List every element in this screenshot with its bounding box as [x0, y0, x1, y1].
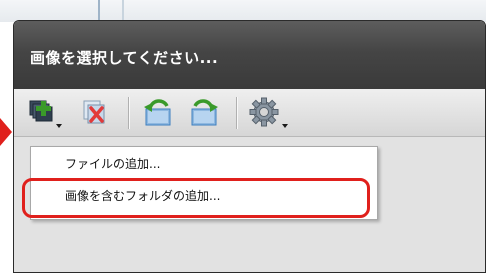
- add-images-button[interactable]: [26, 95, 66, 131]
- menu-item-add-folder[interactable]: 画像を含むフォルダの追加...: [31, 183, 377, 209]
- background-area: [0, 22, 14, 273]
- add-dropdown-menu: ファイルの追加... 画像を含むフォルダの追加...: [30, 146, 378, 220]
- background-window-strip: [0, 0, 486, 22]
- menu-item-add-files[interactable]: ファイルの追加...: [31, 151, 377, 177]
- rotate-left-icon: [144, 99, 171, 126]
- dialog-titlebar: 画像を選択してください...: [14, 21, 485, 89]
- background-window-frame: [98, 0, 124, 22]
- toolbar: [14, 89, 485, 137]
- toolbar-separator: [236, 97, 237, 129]
- chevron-down-icon: [56, 124, 62, 128]
- remove-image-button[interactable]: [78, 95, 114, 131]
- toolbar-separator: [128, 97, 129, 129]
- callout-arrow: [0, 118, 12, 146]
- rotate-left-button[interactable]: [140, 95, 178, 131]
- settings-gear-icon: [249, 97, 279, 127]
- rotate-right-button[interactable]: [186, 95, 224, 131]
- remove-image-icon: [83, 100, 105, 124]
- rotate-right-icon: [191, 99, 218, 126]
- settings-button[interactable]: [248, 95, 290, 131]
- add-images-icon: [29, 100, 53, 122]
- dialog-title: 画像を選択してください...: [30, 49, 219, 67]
- chevron-down-icon: [282, 124, 288, 128]
